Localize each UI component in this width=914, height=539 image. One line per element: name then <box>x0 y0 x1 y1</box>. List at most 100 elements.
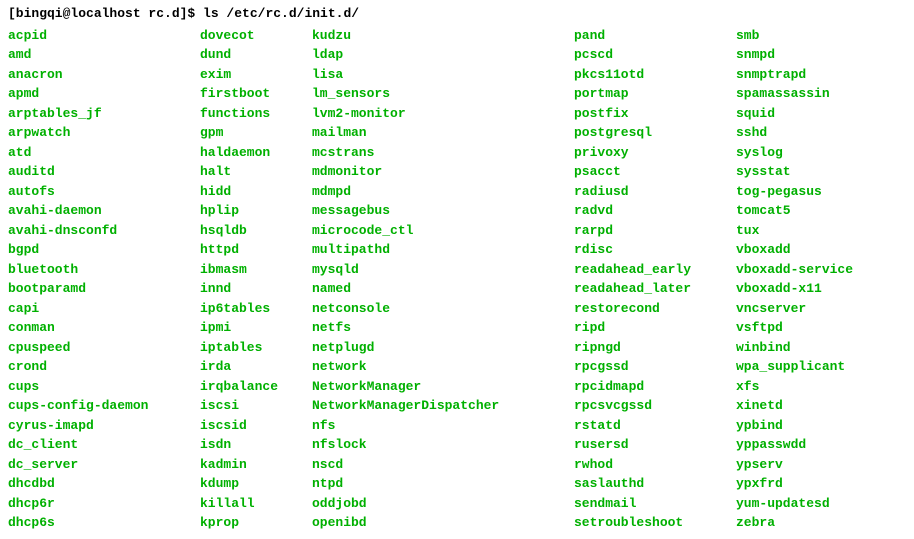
file-entry: postgresql <box>574 123 724 143</box>
file-entry: dovecot <box>200 26 300 46</box>
file-entry: bootparamd <box>8 279 188 299</box>
file-entry: wpa_supplicant <box>736 357 853 377</box>
file-entry: sysstat <box>736 162 853 182</box>
file-entry: portmap <box>574 84 724 104</box>
column-4: pandpcscdpkcs11otdportmappostfixpostgres… <box>574 26 724 533</box>
file-entry: pand <box>574 26 724 46</box>
file-entry: rusersd <box>574 435 724 455</box>
file-entry: oddjobd <box>312 494 562 514</box>
file-entry: ripngd <box>574 338 724 358</box>
column-1: acpidamdanacronapmdarptables_jfarpwatcha… <box>8 26 188 533</box>
file-entry: cups <box>8 377 188 397</box>
file-entry: xfs <box>736 377 853 397</box>
file-entry: ntpd <box>312 474 562 494</box>
file-entry: psacct <box>574 162 724 182</box>
file-entry: ypxfrd <box>736 474 853 494</box>
file-entry: saslauthd <box>574 474 724 494</box>
terminal-prompt: [bingqi@localhost rc.d]$ ls /etc/rc.d/in… <box>8 4 906 24</box>
file-entry: anacron <box>8 65 188 85</box>
file-entry: pcscd <box>574 45 724 65</box>
file-entry: rarpd <box>574 221 724 241</box>
file-entry: ip6tables <box>200 299 300 319</box>
file-entry: cyrus-imapd <box>8 416 188 436</box>
file-entry: acpid <box>8 26 188 46</box>
file-entry: capi <box>8 299 188 319</box>
file-entry: microcode_ctl <box>312 221 562 241</box>
file-entry: tog-pegasus <box>736 182 853 202</box>
file-entry: iscsid <box>200 416 300 436</box>
file-entry: dc_client <box>8 435 188 455</box>
file-entry: iscsi <box>200 396 300 416</box>
file-entry: mdmonitor <box>312 162 562 182</box>
file-entry: vboxadd <box>736 240 853 260</box>
file-entry: rpcsvcgssd <box>574 396 724 416</box>
file-entry: iptables <box>200 338 300 358</box>
column-5: smbsnmpdsnmptrapdspamassassinsquidsshdsy… <box>736 26 853 533</box>
file-entry: exim <box>200 65 300 85</box>
file-entry: nscd <box>312 455 562 475</box>
file-entry: halt <box>200 162 300 182</box>
file-entry: lm_sensors <box>312 84 562 104</box>
file-entry: bgpd <box>8 240 188 260</box>
file-entry: killall <box>200 494 300 514</box>
file-entry: vboxadd-x11 <box>736 279 853 299</box>
file-entry: haldaemon <box>200 143 300 163</box>
file-entry: mdmpd <box>312 182 562 202</box>
column-3: kudzuldaplisalm_sensorslvm2-monitormailm… <box>312 26 562 533</box>
file-entry: zebra <box>736 513 853 533</box>
file-entry: sendmail <box>574 494 724 514</box>
file-entry: rstatd <box>574 416 724 436</box>
file-entry: crond <box>8 357 188 377</box>
file-entry: cups-config-daemon <box>8 396 188 416</box>
file-entry: auditd <box>8 162 188 182</box>
file-entry: readahead_early <box>574 260 724 280</box>
file-entry: atd <box>8 143 188 163</box>
file-entry: rwhod <box>574 455 724 475</box>
file-entry: yum-updatesd <box>736 494 853 514</box>
column-2: dovecotdundeximfirstbootfunctionsgpmhald… <box>200 26 300 533</box>
file-entry: innd <box>200 279 300 299</box>
file-entry: hidd <box>200 182 300 202</box>
file-entry: ibmasm <box>200 260 300 280</box>
file-entry: netplugd <box>312 338 562 358</box>
file-entry: arpwatch <box>8 123 188 143</box>
file-entry: hplip <box>200 201 300 221</box>
file-entry: vboxadd-service <box>736 260 853 280</box>
file-entry: netfs <box>312 318 562 338</box>
file-entry: functions <box>200 104 300 124</box>
file-entry: pkcs11otd <box>574 65 724 85</box>
file-entry: irqbalance <box>200 377 300 397</box>
file-entry: snmpd <box>736 45 853 65</box>
file-entry: netconsole <box>312 299 562 319</box>
file-entry: rpcgssd <box>574 357 724 377</box>
file-entry: ypbind <box>736 416 853 436</box>
file-entry: radiusd <box>574 182 724 202</box>
file-entry: cpuspeed <box>8 338 188 358</box>
file-entry: dhcp6s <box>8 513 188 533</box>
file-entry: kadmin <box>200 455 300 475</box>
file-entry: httpd <box>200 240 300 260</box>
file-entry: setroubleshoot <box>574 513 724 533</box>
file-entry: vsftpd <box>736 318 853 338</box>
file-entry: autofs <box>8 182 188 202</box>
file-entry: messagebus <box>312 201 562 221</box>
file-entry: smb <box>736 26 853 46</box>
file-entry: syslog <box>736 143 853 163</box>
file-entry: lvm2-monitor <box>312 104 562 124</box>
file-entry: kprop <box>200 513 300 533</box>
file-entry: multipathd <box>312 240 562 260</box>
file-entry: bluetooth <box>8 260 188 280</box>
file-entry: lisa <box>312 65 562 85</box>
file-entry: mailman <box>312 123 562 143</box>
file-entry: irda <box>200 357 300 377</box>
file-entry: avahi-daemon <box>8 201 188 221</box>
file-entry: ipmi <box>200 318 300 338</box>
file-entry: apmd <box>8 84 188 104</box>
file-entry: rdisc <box>574 240 724 260</box>
file-entry: amd <box>8 45 188 65</box>
file-entry: snmptrapd <box>736 65 853 85</box>
file-entry: conman <box>8 318 188 338</box>
file-entry: openibd <box>312 513 562 533</box>
file-entry: kudzu <box>312 26 562 46</box>
file-entry: kdump <box>200 474 300 494</box>
